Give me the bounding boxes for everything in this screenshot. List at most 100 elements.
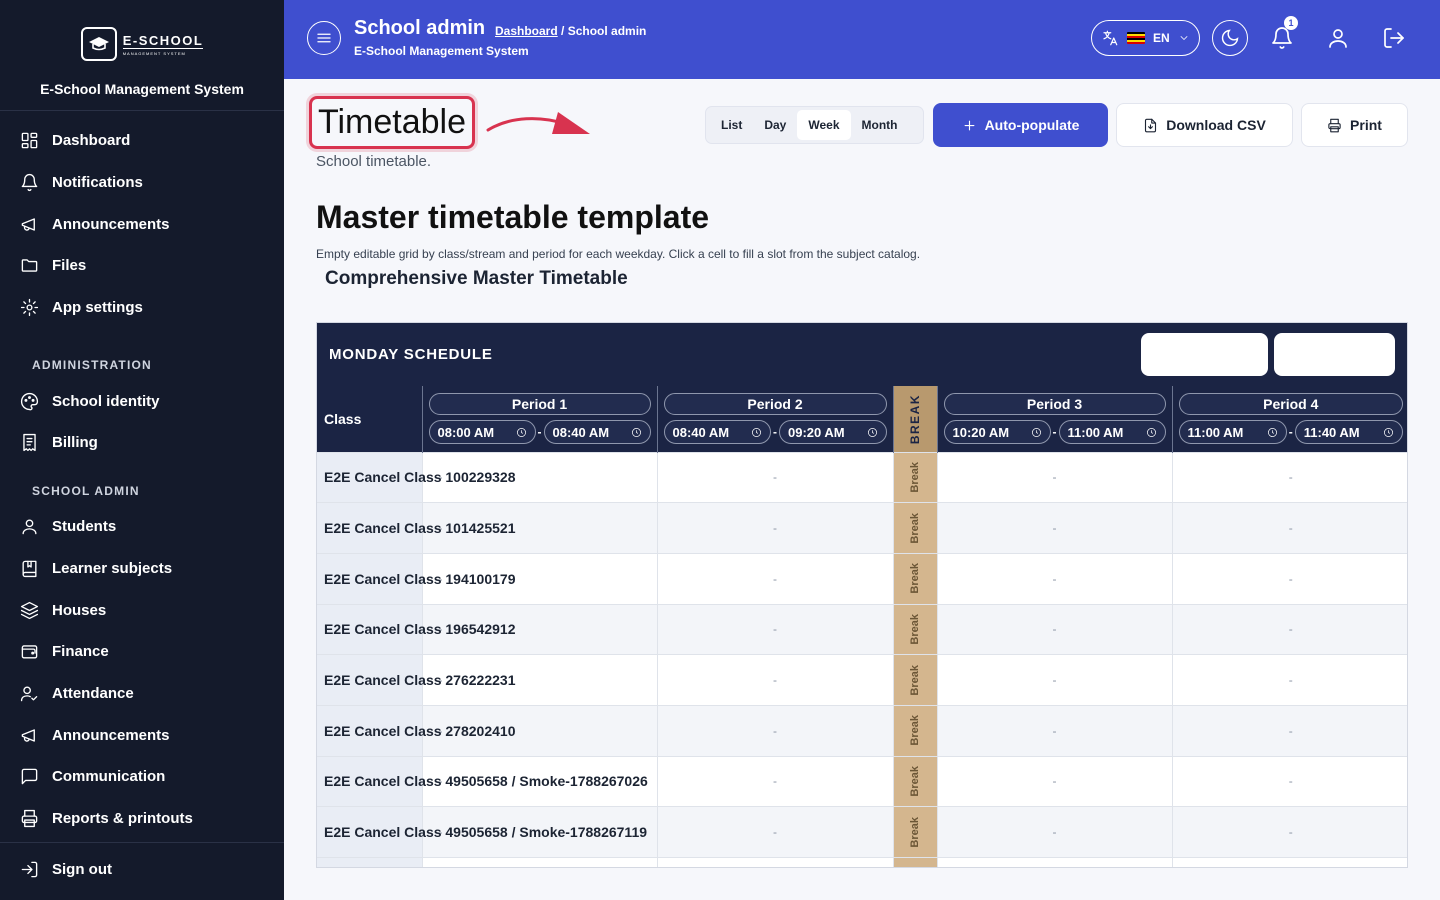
class-name-cell: E2E Cancel Class 49505658 / Smoke-178826… — [317, 755, 648, 807]
school-logo[interactable]: E-SCHOOL MANAGEMENT SYSTEM — [80, 27, 204, 61]
period-end-time[interactable]: 11:40 AM — [1294, 420, 1403, 445]
period-name[interactable]: Period 3 — [943, 393, 1166, 416]
sidebar-item-announcements[interactable]: Announcements — [0, 203, 284, 245]
sidebar-item-finance[interactable]: Finance — [0, 631, 284, 673]
timetable-slot[interactable]: - — [936, 552, 1172, 605]
timetable-slot[interactable]: - — [1171, 806, 1407, 858]
sidebar-item-billing[interactable]: Billing — [0, 422, 284, 464]
sidebar-item-learner-subjects[interactable]: Learner subjects — [0, 548, 284, 590]
view-month-option[interactable]: Month — [851, 110, 909, 140]
download-csv-button[interactable]: Download CSV — [1116, 103, 1293, 147]
table-row: E2E Cancel Class 196542912- - Break - - — [317, 603, 1407, 655]
view-list-option[interactable]: List — [710, 110, 753, 140]
schedule-action-button-2[interactable] — [1274, 333, 1395, 376]
timetable-slot[interactable]: - — [936, 755, 1172, 807]
period-name[interactable]: Period 2 — [663, 393, 887, 416]
sidebar-item-label: Reports & printouts — [52, 809, 193, 827]
end-time-value: 08:40 AM — [552, 424, 610, 440]
timetable-slot[interactable]: - — [1171, 755, 1407, 807]
breadcrumb-dashboard-link[interactable]: Dashboard — [495, 24, 558, 38]
timetable-slot[interactable]: - — [656, 704, 893, 757]
menu-toggle-button[interactable] — [307, 21, 341, 55]
period-start-time[interactable]: 11:00 AM — [1178, 420, 1287, 445]
end-time-value: 11:00 AM — [1067, 424, 1124, 440]
timetable-slot[interactable]: - — [936, 654, 1172, 706]
sidebar-item-students[interactable]: Students — [0, 506, 284, 548]
timetable-slot[interactable]: - — [656, 857, 893, 867]
timetable-slot[interactable]: - — [656, 502, 893, 554]
timetable-slot[interactable]: - — [1171, 451, 1407, 503]
timetable-slot[interactable]: - — [656, 552, 893, 605]
sign-out-icon — [21, 861, 38, 877]
schedule-header: MONDAY SCHEDULE — [317, 323, 1407, 386]
sidebar-item-reports[interactable]: Reports & printouts — [0, 798, 284, 840]
period-start-time[interactable]: 08:40 AM — [663, 420, 771, 445]
timetable-slot[interactable]: - — [421, 857, 657, 867]
slot-value: - — [1288, 774, 1293, 789]
logout-button[interactable] — [1382, 26, 1406, 50]
timetable-slot[interactable]: - — [1171, 603, 1407, 655]
sign-out-button[interactable]: Sign out — [0, 843, 284, 895]
timetable-slot[interactable]: - — [1171, 857, 1407, 867]
slot-value: - — [1052, 571, 1057, 586]
view-day-option[interactable]: Day — [753, 110, 797, 140]
timetable-slot[interactable]: - — [1171, 552, 1407, 605]
auto-populate-button[interactable]: Auto-populate — [933, 103, 1108, 147]
profile-button[interactable] — [1326, 26, 1350, 50]
timetable-slot[interactable]: - — [1171, 704, 1407, 757]
end-time-value: 09:20 AM — [788, 424, 845, 440]
print-label: Print — [1350, 117, 1382, 133]
sidebar-item-dashboard[interactable]: Dashboard — [0, 120, 284, 162]
page-title: Timetable — [309, 96, 476, 149]
sidebar-item-label: Communication — [52, 768, 166, 786]
sidebar-item-school-identity[interactable]: School identity — [0, 380, 284, 422]
sidebar-item-files[interactable]: Files — [0, 245, 284, 287]
slot-value: - — [1052, 673, 1057, 688]
timetable-slot[interactable]: - — [656, 806, 893, 858]
class-name-cell: E2E Cancel Class 101425521 — [317, 502, 515, 554]
timetable-slot[interactable]: - — [936, 857, 1172, 867]
timetable-slot[interactable]: - — [936, 806, 1172, 858]
timetable-slot[interactable]: - — [936, 603, 1172, 655]
period-end-time[interactable]: 11:00 AM — [1058, 420, 1166, 445]
logout-icon — [1384, 28, 1404, 48]
break-cell-label: Break — [909, 715, 921, 747]
timetable-slot[interactable]: - — [656, 755, 893, 807]
timetable-slot[interactable]: - — [1171, 502, 1407, 554]
period-name[interactable]: Period 1 — [428, 393, 651, 416]
schedule-action-button-1[interactable] — [1141, 333, 1268, 376]
timetable-slot[interactable]: - — [656, 603, 893, 655]
print-button[interactable]: Print — [1301, 103, 1408, 147]
section-school-admin: SCHOOL ADMIN — [32, 483, 140, 498]
sidebar-item-label: Finance — [52, 643, 109, 661]
timetable-slot[interactable]: - — [656, 654, 893, 706]
class-name: E2E Cancel Class 100229328 — [324, 469, 516, 486]
breadcrumb: Dashboard / School admin — [495, 24, 646, 38]
clock-icon — [516, 427, 526, 437]
wallet-icon — [21, 645, 38, 659]
sidebar-item-houses[interactable]: Houses — [0, 589, 284, 631]
timetable-slot[interactable]: - — [936, 704, 1172, 757]
period-end-time[interactable]: 09:20 AM — [779, 420, 887, 445]
sidebar-item-communication[interactable]: Communication — [0, 756, 284, 798]
break-cell: Break — [892, 806, 937, 858]
theme-toggle-button[interactable] — [1212, 20, 1248, 56]
period-start-time[interactable]: 08:00 AM — [428, 420, 536, 445]
sidebar-item-app-settings[interactable]: App settings — [0, 287, 284, 329]
sidebar-item-school-announcements[interactable]: Announcements — [0, 714, 284, 756]
timetable-slot[interactable]: - — [936, 451, 1172, 503]
period-start-time[interactable]: 10:20 AM — [943, 420, 1051, 445]
timetable-slot[interactable]: - — [936, 502, 1172, 554]
class-name-cell: E2E Cancel Class 194100179 — [317, 552, 515, 605]
period-end-time[interactable]: 08:40 AM — [543, 420, 651, 445]
language-selector[interactable]: EN — [1091, 20, 1200, 56]
timetable-slot[interactable]: - — [1171, 654, 1407, 706]
sidebar-item-attendance[interactable]: Attendance — [0, 673, 284, 715]
notifications-button[interactable]: 1 — [1270, 16, 1298, 50]
timetable-slot[interactable]: - — [656, 451, 893, 503]
table-row: E2E Cancel Class 278202410- - Break - - — [317, 704, 1407, 757]
sidebar-item-notifications[interactable]: Notifications — [0, 162, 284, 204]
view-week-option[interactable]: Week — [797, 110, 851, 140]
sidebar-item-label: School identity — [52, 392, 160, 410]
period-name[interactable]: Period 4 — [1178, 393, 1403, 416]
